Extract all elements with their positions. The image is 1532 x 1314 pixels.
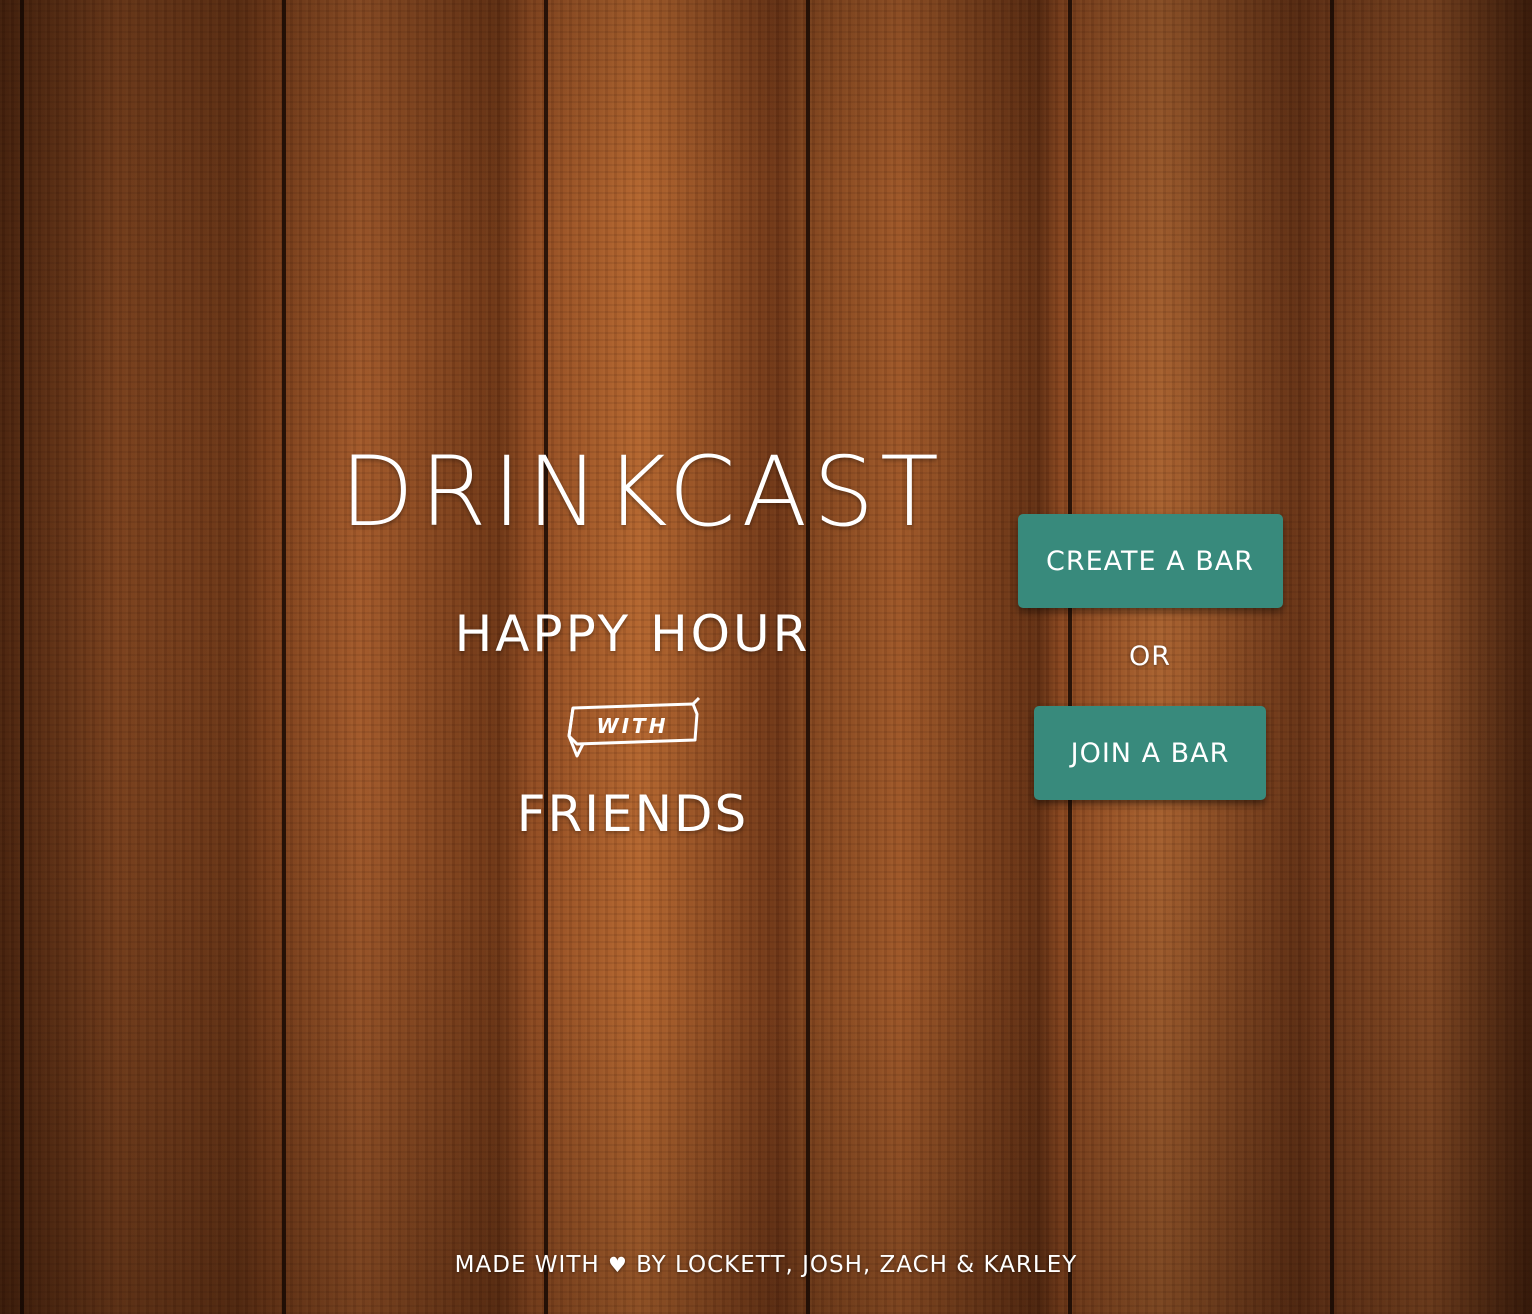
footer-authors: BY LOCKETT, JOSH, ZACH & KARLEY — [636, 1252, 1078, 1278]
friends-label: FRIENDS — [516, 785, 749, 843]
heart-icon: ♥ — [608, 1253, 628, 1277]
footer-prefix: MADE WITH — [454, 1252, 600, 1278]
hero: DRINKCAST HAPPY HOUR WITH FRIENDS — [340, 436, 945, 844]
with-ribbon-icon: WITH — [565, 696, 701, 762]
with-label: WITH — [596, 714, 669, 738]
with-banner: WITH — [340, 696, 925, 762]
create-bar-button[interactable]: CREATE A BAR — [1017, 514, 1283, 608]
subtitle-happy-hour: HAPPY HOUR — [454, 605, 811, 663]
footer-credits: MADE WITH ♥ BY LOCKETT, JOSH, ZACH & KAR… — [0, 1252, 1532, 1278]
action-panel: CREATE A BAR OR JOIN A BAR — [1000, 514, 1300, 800]
or-separator: OR — [1128, 641, 1171, 672]
app-title: DRINKCAST — [340, 436, 945, 548]
join-bar-button[interactable]: JOIN A BAR — [1034, 706, 1266, 800]
